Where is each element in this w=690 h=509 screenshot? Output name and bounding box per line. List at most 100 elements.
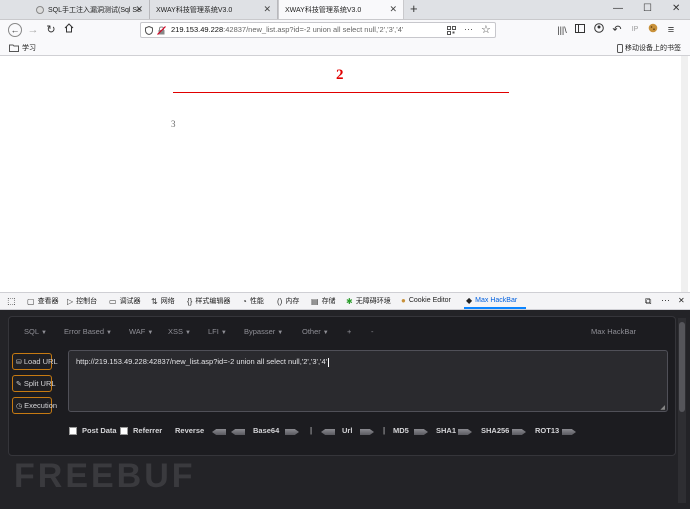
cookie-extension-button[interactable] <box>646 23 660 37</box>
separator: | <box>383 426 386 435</box>
mobile-bookmarks[interactable]: 移动设备上的书签 <box>617 43 681 53</box>
post-data-toggle[interactable]: Post Data <box>69 426 117 435</box>
devtools-tab-label: 内存 <box>285 298 300 305</box>
page-heading: 2 <box>336 67 344 83</box>
cookie-icon: ● <box>401 296 406 305</box>
post-data-checkbox[interactable] <box>69 426 77 435</box>
devtools-options-icon[interactable]: ··· <box>661 295 670 305</box>
page-actions-icon[interactable]: ··· <box>464 24 473 34</box>
button-label: Execution <box>24 401 58 410</box>
option-label: Reverse <box>175 426 205 435</box>
forward-button[interactable]: → <box>26 23 40 37</box>
resize-handle-icon[interactable]: ◢ <box>660 404 665 411</box>
address-bar[interactable]: 219.153.49.228:42837/new_list.asp?id=-2 … <box>140 22 496 38</box>
back-arrow-icon: ← <box>10 25 20 35</box>
undo-button[interactable]: ↶ <box>610 23 624 37</box>
menu-lfi[interactable]: LFI ▼ <box>208 327 227 336</box>
split-url-button[interactable]: ✎ Split URL <box>12 375 56 392</box>
menu-xss[interactable]: XSS ▼ <box>168 327 191 336</box>
devtools-tab-style-editor[interactable]: {} 样式编辑器 <box>187 296 230 306</box>
execute-icon: ◷ <box>16 402 23 410</box>
reverse-button[interactable]: Reverse <box>175 426 204 435</box>
tab-title: SQL手工注入漏洞测试(Sql Se <box>48 6 141 14</box>
close-window-button[interactable]: ✕ <box>672 3 680 14</box>
console-icon: ▷ <box>67 296 74 306</box>
extension-button[interactable]: IP <box>628 23 642 37</box>
devtools-tab-max-hackbar[interactable]: ◆ Max HackBar <box>466 296 517 305</box>
chevron-down-icon: ▼ <box>322 330 329 336</box>
qr-code-icon[interactable] <box>447 26 456 35</box>
devtools-tab-cookie-editor[interactable]: ● Cookie Editor <box>401 296 451 305</box>
close-tab-icon[interactable]: ✕ <box>135 4 143 15</box>
url-text[interactable]: 219.153.49.228:42837/new_list.asp?id=-2 … <box>171 25 403 34</box>
chevron-down-icon: ▼ <box>220 330 227 336</box>
bookmarks-toolbar: 学习 移动设备上的书签 <box>0 41 690 56</box>
bookmark-folder-study[interactable]: 学习 <box>9 43 36 53</box>
menu-other[interactable]: Other ▼ <box>302 327 329 336</box>
menu-sql[interactable]: SQL ▼ <box>24 327 47 336</box>
menu-add[interactable]: + <box>347 327 351 336</box>
maximize-button[interactable]: ☐ <box>643 3 652 14</box>
page-scrollbar[interactable] <box>681 56 688 292</box>
devtools-tab-label: 调试器 <box>119 298 141 305</box>
menu-error-based[interactable]: Error Based ▼ <box>64 327 112 336</box>
url-textarea-value: http://219.153.49.228:42837/new_list.asp… <box>76 357 328 366</box>
chevron-down-icon: ▼ <box>106 330 112 336</box>
home-button[interactable] <box>62 23 76 37</box>
close-tab-icon[interactable]: ✕ <box>389 4 397 15</box>
new-tab-button[interactable]: + <box>410 1 418 16</box>
browser-tab-3[interactable]: XWAY科技管理系统V3.0 ✕ <box>278 0 404 19</box>
md5-button[interactable]: MD5 <box>393 426 409 435</box>
hackbar-scrollbar-thumb[interactable] <box>679 322 685 412</box>
referrer-checkbox[interactable] <box>120 426 128 435</box>
menu-button[interactable]: ≡ <box>664 23 678 37</box>
menu-waf[interactable]: WAF ▼ <box>129 327 153 336</box>
library-button[interactable]: |||\ <box>555 23 569 37</box>
page-favicon-icon <box>36 5 44 14</box>
menu-label: Other <box>302 327 321 336</box>
insecure-lock-icon[interactable] <box>157 26 166 35</box>
devtools-tab-console[interactable]: ▷ 控制台 <box>67 296 97 306</box>
browser-tab-2[interactable]: XWAY科技管理系统V3.0 ✕ <box>150 0 278 19</box>
active-tab-indicator <box>464 307 526 309</box>
back-button[interactable]: ← <box>8 23 22 37</box>
option-label: Base64 <box>253 426 280 435</box>
account-button[interactable] <box>592 23 606 37</box>
reload-button[interactable]: ↻ <box>44 23 58 37</box>
devtools-tab-accessibility[interactable]: ✱ 无障碍环境 <box>346 296 391 306</box>
close-devtools-icon[interactable]: ✕ <box>678 296 685 305</box>
devtools-tab-label: 网络 <box>160 298 175 305</box>
base64-button[interactable]: Base64 <box>253 426 279 435</box>
devtools-tab-performance[interactable]: ◔ 性能 <box>242 296 264 306</box>
menu-remove[interactable]: - <box>371 327 374 336</box>
devtools-tab-network[interactable]: ⇅ 网络 <box>151 296 175 306</box>
option-label: MD5 <box>393 426 409 435</box>
library-icon: |||\ <box>557 25 567 35</box>
tab-title: XWAY科技管理系统V3.0 <box>156 6 233 14</box>
devtools-tab-inspector[interactable]: ▢ 查看器 <box>27 296 59 306</box>
bookmark-star-icon[interactable]: ☆ <box>481 23 491 36</box>
sha1-button[interactable]: SHA1 <box>436 426 456 435</box>
devtools-tab-debugger[interactable]: ▭ 调试器 <box>109 296 141 306</box>
close-tab-icon[interactable]: ✕ <box>263 4 271 15</box>
sidebar-button[interactable] <box>573 23 587 37</box>
rot13-button[interactable]: ROT13 <box>535 426 559 435</box>
element-picker-icon[interactable]: ⬚ <box>7 296 16 307</box>
cookie-icon <box>648 23 658 33</box>
browser-tab-1[interactable]: SQL手工注入漏洞测试(Sql Se ✕ <box>30 0 150 19</box>
url-encode-button[interactable]: Url <box>342 426 352 435</box>
menu-label: XSS <box>168 327 184 336</box>
shield-icon[interactable] <box>145 26 153 35</box>
minimize-button[interactable]: — <box>613 3 623 14</box>
dock-side-icon[interactable]: ⧉ <box>645 296 651 307</box>
url-textarea[interactable]: http://219.153.49.228:42837/new_list.asp… <box>68 350 668 412</box>
menu-bypasser[interactable]: Bypasser ▼ <box>244 327 283 336</box>
load-url-button[interactable]: ⛁ Load URL <box>12 353 58 370</box>
referrer-toggle[interactable]: Referrer <box>120 426 162 435</box>
memory-icon: () <box>277 296 283 306</box>
execute-button[interactable]: ◷ Execution <box>12 397 57 414</box>
menu-label: SQL <box>24 327 40 336</box>
sha256-button[interactable]: SHA256 <box>481 426 509 435</box>
devtools-tab-storage[interactable]: ▤ 存储 <box>311 296 336 306</box>
devtools-tab-memory[interactable]: () 内存 <box>277 296 299 306</box>
